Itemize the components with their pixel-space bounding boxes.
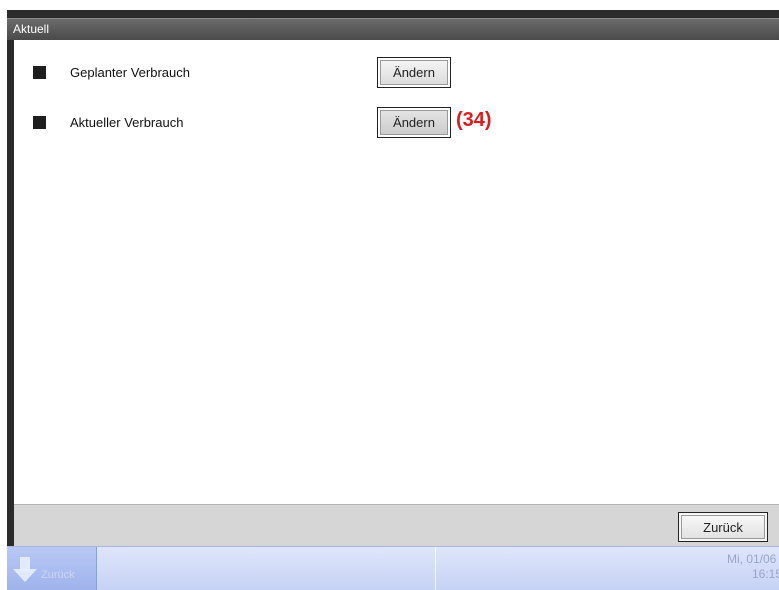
taskbar-back-label: Zurück	[41, 569, 75, 581]
planned-consumption-label: Geplanter Verbrauch	[70, 65, 190, 80]
change-button-label: Ändern	[380, 110, 448, 135]
taskbar-divider	[435, 547, 436, 590]
list-item-planned-consumption: Geplanter Verbrauch Ändern	[14, 57, 779, 89]
change-planned-consumption-button[interactable]: Ändern	[377, 57, 451, 88]
screen: Aktuell Geplanter Verbrauch Ändern Aktue…	[0, 0, 779, 590]
content-area: Geplanter Verbrauch Ändern Aktueller Ver…	[14, 40, 779, 504]
list-item-actual-consumption: Aktueller Verbrauch Ändern (34)	[14, 107, 779, 139]
footer-bar: Zurück	[14, 504, 779, 546]
date-display: Mi, 01/06	[727, 552, 777, 566]
change-button-label: Ändern	[380, 60, 448, 85]
main-window: Aktuell Geplanter Verbrauch Ändern Aktue…	[7, 10, 779, 546]
title-bar: Aktuell	[7, 18, 779, 40]
taskbar: Zurück Mi, 01/06 16:15	[7, 546, 779, 590]
actual-consumption-label: Aktueller Verbrauch	[70, 115, 184, 130]
back-button-label: Zurück	[681, 515, 765, 539]
time-display: 16:15	[752, 567, 779, 581]
callout-annotation: (34)	[456, 109, 492, 131]
square-bullet-icon	[33, 66, 46, 79]
change-actual-consumption-button[interactable]: Ändern	[377, 107, 451, 138]
window-title: Aktuell	[13, 22, 50, 36]
square-bullet-icon	[33, 116, 46, 129]
taskbar-back-button[interactable]: Zurück	[7, 547, 97, 590]
down-arrow-icon	[13, 557, 37, 582]
back-button[interactable]: Zurück	[678, 512, 768, 542]
